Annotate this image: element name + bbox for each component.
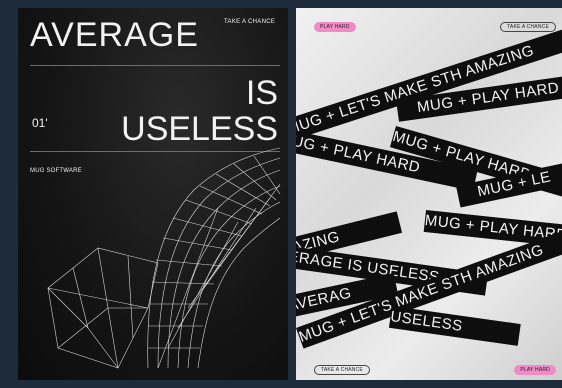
- mockup-frame: AVERAGE TAKE A CHANCE IS 01' USELESS MUG…: [0, 0, 562, 388]
- right-poster: PLAY HARD TAKE A CHANCE MUG + LET'S MAKE…: [296, 8, 562, 380]
- pill-play-hard-bottom: PLAY HARD: [514, 365, 556, 375]
- band-1: MUG + LET'S MAKE STH AMAZING: [296, 18, 562, 141]
- wireframe-mesh: [47, 147, 281, 369]
- pill-take-a-chance-bottom: TAKE A CHANCE: [314, 365, 370, 375]
- left-poster: AVERAGE TAKE A CHANCE IS 01' USELESS MUG…: [18, 8, 288, 380]
- wireframe-graphic: [47, 147, 281, 369]
- pill-take-a-chance-top: TAKE A CHANCE: [500, 22, 556, 32]
- pill-play-hard-top: PLAY HARD: [314, 22, 356, 32]
- band-11: USELESS: [388, 306, 521, 346]
